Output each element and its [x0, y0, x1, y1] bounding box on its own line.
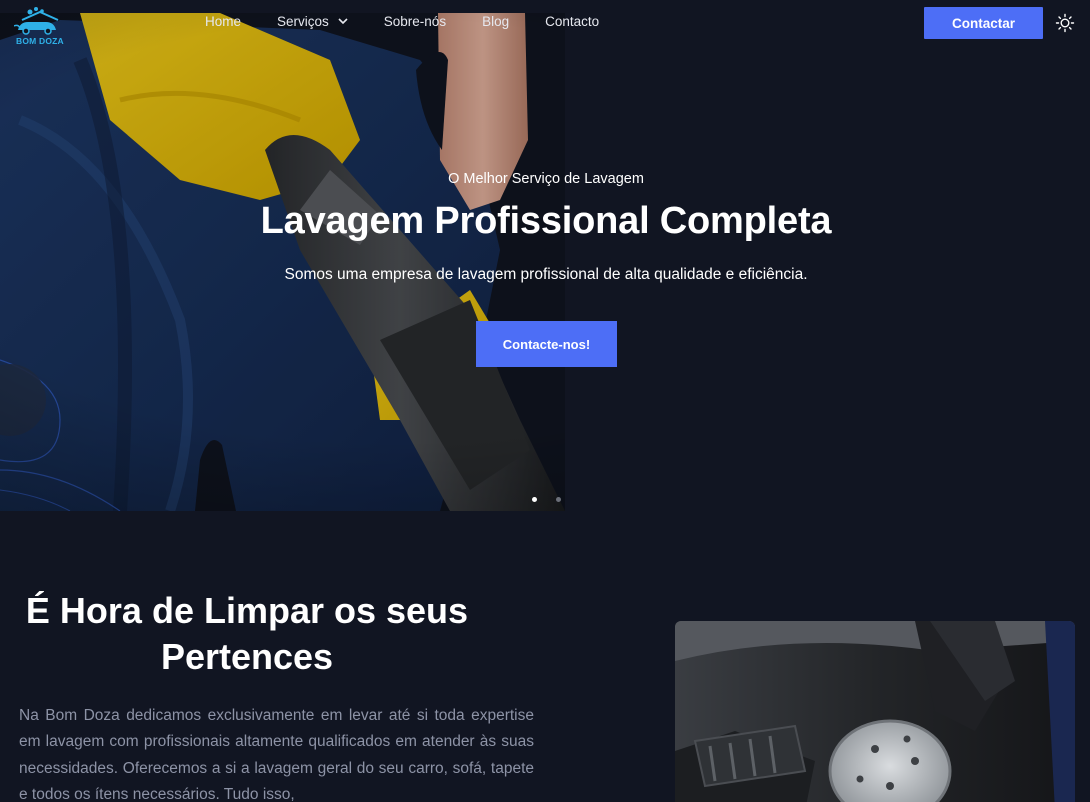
navbar: BOM DOZA Home Serviços Sobre-nós Blog Co… [0, 0, 1090, 46]
about-title-line1: É Hora de Limpar os seus [25, 590, 469, 631]
hero-section: BOM DOZA Home Serviços Sobre-nós Blog Co… [0, 0, 1090, 511]
car-polishing-image [675, 621, 1075, 802]
logo[interactable]: BOM DOZA [14, 6, 64, 46]
nav-link-services-label: Serviços [277, 14, 329, 29]
logo-text: BOM DOZA [16, 36, 64, 46]
nav-link-about[interactable]: Sobre-nós [384, 14, 446, 29]
hero-title: Lavagem Profissional Completa [260, 200, 832, 242]
nav-links: Home Serviços Sobre-nós Blog Contacto [205, 14, 635, 29]
sun-icon[interactable] [1055, 13, 1075, 33]
nav-link-services[interactable]: Serviços [277, 14, 348, 29]
carousel-dot-2[interactable] [556, 497, 561, 502]
about-title: É Hora de Limpar os seus Pertences [0, 588, 494, 680]
about-image [675, 621, 1075, 802]
contact-button[interactable]: Contactar [924, 7, 1043, 39]
about-text: Na Bom Doza dedicamos exclusivamente em … [19, 707, 534, 802]
chevron-down-icon [338, 18, 348, 25]
page: BOM DOZA Home Serviços Sobre-nós Blog Co… [0, 0, 1090, 802]
car-wash-logo-icon [14, 7, 59, 35]
carousel-dot-1[interactable] [532, 497, 537, 502]
about-title-line2: Pertences [160, 636, 334, 677]
hero-subtitle: O Melhor Serviço de Lavagem [448, 171, 644, 187]
hero-image [0, 0, 1090, 511]
hero-description: Somos uma empresa de lavagem profissiona… [284, 266, 808, 283]
nav-link-blog[interactable]: Blog [482, 14, 509, 29]
nav-link-home[interactable]: Home [205, 14, 241, 29]
nav-link-contact[interactable]: Contacto [545, 14, 599, 29]
hero-contact-button[interactable]: Contacte-nos! [476, 321, 617, 367]
